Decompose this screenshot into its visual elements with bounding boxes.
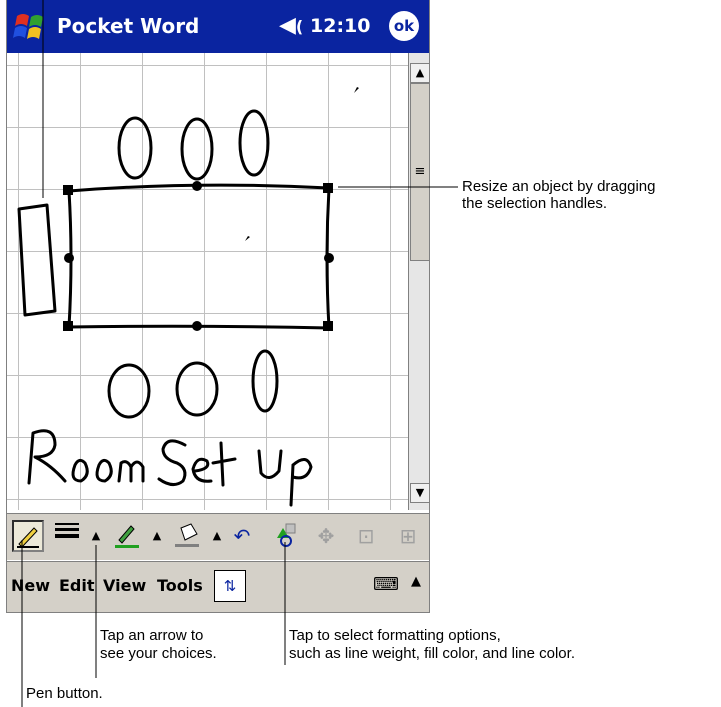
callout-format-line2: such as line weight, fill color, and lin…: [289, 645, 575, 662]
callout-resize-line1: Resize an object by dragging: [462, 178, 656, 195]
callout-lines: [21, 0, 458, 707]
callout-resize-line2: the selection handles.: [462, 195, 608, 212]
callout-arrow-line1: Tap an arrow to: [100, 627, 204, 644]
callout-format-line1: Tap to select formatting options,: [289, 627, 501, 644]
callout-pen: Pen button.: [26, 685, 103, 702]
callout-arrow-line2: see your choices.: [100, 645, 217, 662]
